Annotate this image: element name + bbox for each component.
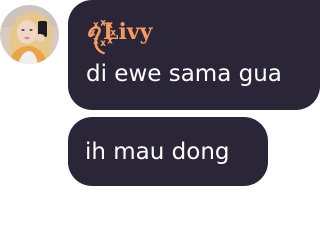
- message-bubble-2[interactable]: ih mau dong: [68, 117, 268, 186]
- message-text: di ewe sama gua: [86, 61, 282, 87]
- message-bubble-1[interactable]: ꪖ꙰꙰Livy di ewe sama gua: [68, 0, 320, 110]
- profile-photo-image: [0, 5, 59, 64]
- sender-avatar[interactable]: [0, 5, 59, 64]
- message-text: ih mau dong: [85, 139, 230, 165]
- sender-name: ꪖ꙰꙰Livy: [86, 19, 153, 45]
